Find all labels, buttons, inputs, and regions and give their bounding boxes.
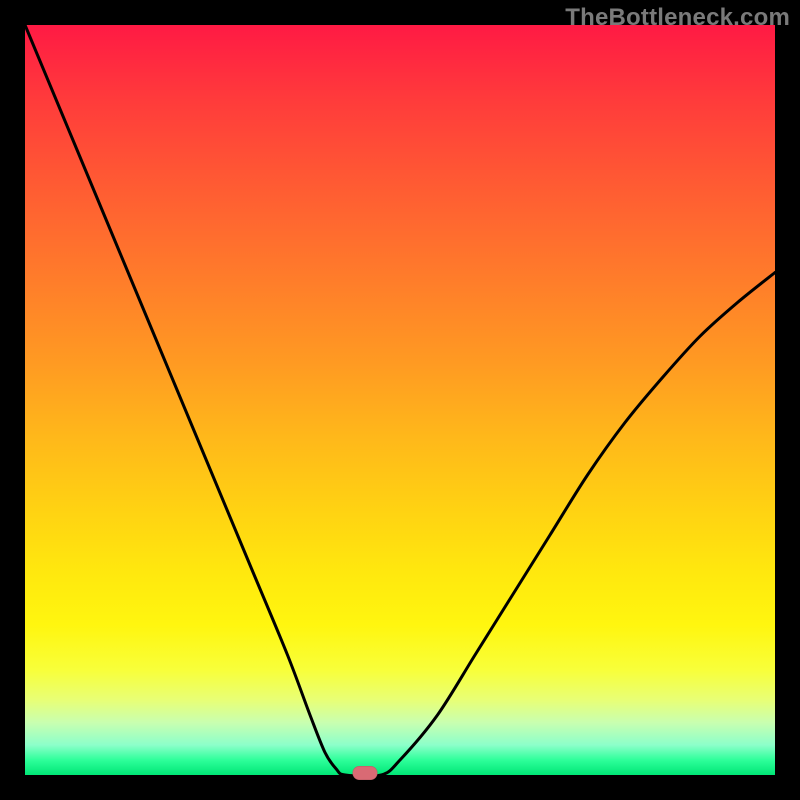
minimum-marker: [352, 766, 377, 780]
curve-line: [25, 25, 775, 776]
bottleneck-curve: [25, 25, 775, 775]
plot-area: [25, 25, 775, 775]
chart-frame: TheBottleneck.com: [0, 0, 800, 800]
